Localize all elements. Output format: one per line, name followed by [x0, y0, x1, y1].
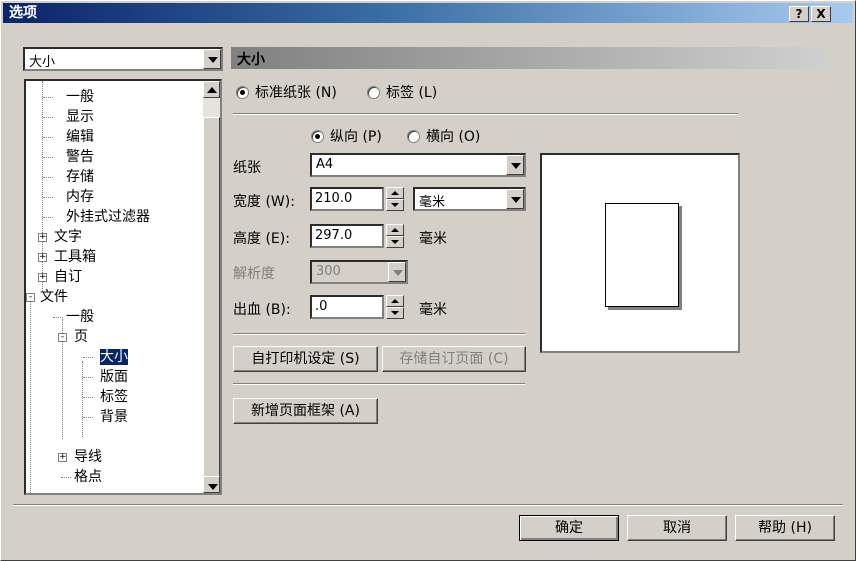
options-tree[interactable]: 一般 显示 编辑 警告 存储 内存 外挂式过滤器 + 文字 + 工具箱 + 自订… — [24, 79, 222, 495]
tree-item-guidelines[interactable]: 导线 — [74, 447, 102, 467]
chevron-down-icon[interactable] — [506, 189, 524, 209]
collapse-minus-icon[interactable]: - — [26, 293, 35, 302]
tree-item-save[interactable]: 存储 — [43, 167, 94, 187]
expand-plus-icon[interactable]: + — [38, 233, 47, 242]
category-combo-value: 大小 — [29, 55, 56, 70]
category-combo[interactable]: 大小 — [23, 47, 223, 71]
expand-plus-icon[interactable]: + — [38, 273, 47, 282]
bleed-unit: 毫米 — [419, 302, 447, 318]
tree-item-customize[interactable]: 自订 — [54, 267, 82, 287]
section-header: 大小 — [231, 47, 829, 69]
help-icon[interactable]: ? — [789, 6, 809, 22]
spin-down-icon[interactable] — [386, 307, 404, 319]
tree-scrollbar[interactable] — [203, 81, 220, 493]
height-unit: 毫米 — [419, 231, 447, 247]
spin-up-icon[interactable] — [386, 224, 404, 236]
scroll-down-icon[interactable] — [203, 476, 220, 493]
scroll-up-icon[interactable] — [203, 81, 220, 98]
scroll-thumb[interactable] — [203, 117, 220, 481]
bleed-field[interactable]: .0 — [310, 295, 384, 319]
tree-item-document[interactable]: 文件 — [40, 287, 68, 307]
bleed-spinner[interactable] — [386, 295, 404, 319]
tree-item-toolbox[interactable]: 工具箱 — [54, 247, 96, 267]
collapse-minus-icon[interactable]: - — [58, 333, 67, 342]
height-spinner[interactable] — [386, 224, 404, 248]
set-from-printer-button[interactable]: 自打印机设定 (S) — [233, 346, 378, 372]
spin-up-icon[interactable] — [386, 295, 404, 307]
unit-select[interactable]: 毫米 — [413, 187, 526, 211]
title-bar[interactable]: 选项 ? X — [3, 3, 853, 23]
landscape-label[interactable]: 横向 (O) — [426, 126, 480, 146]
cancel-button[interactable]: 取消 — [627, 515, 727, 541]
tree-item-grid[interactable]: 格点 — [61, 467, 102, 487]
chevron-down-icon — [388, 262, 406, 282]
tree-item-warning[interactable]: 警告 — [43, 147, 94, 167]
height-field[interactable]: 297.0 — [310, 224, 384, 248]
ok-button[interactable]: 确定 — [519, 515, 619, 541]
label-paper-radio[interactable] — [367, 86, 380, 99]
paper-label: 纸张 — [233, 160, 261, 176]
tree-item-doc-general[interactable]: 一般 — [53, 307, 94, 327]
divider — [233, 333, 525, 335]
tree-item-display[interactable]: 显示 — [43, 107, 94, 127]
expand-plus-icon[interactable]: + — [58, 453, 67, 462]
standard-paper-radio[interactable] — [236, 86, 249, 99]
spin-down-icon[interactable] — [386, 199, 404, 211]
section-title: 大小 — [237, 52, 265, 68]
chevron-down-icon[interactable] — [203, 49, 221, 69]
tree-item-background[interactable]: 背景 — [83, 407, 128, 427]
tree-item-general[interactable]: 一般 — [43, 87, 94, 107]
paper-select[interactable]: A4 — [310, 153, 526, 177]
tree-line — [82, 361, 83, 437]
unit-value: 毫米 — [419, 195, 446, 210]
tree-line — [30, 301, 31, 493]
tree-item-label[interactable]: 标签 — [83, 387, 128, 407]
paper-value: A4 — [316, 157, 334, 172]
options-dialog: 选项 ? X 大小 一般 显示 编辑 警告 存储 内存 外挂式过滤器 + 文字 … — [0, 0, 856, 561]
spin-up-icon[interactable] — [386, 187, 404, 199]
expand-plus-icon[interactable]: + — [38, 253, 47, 262]
tree-item-size-label: 大小 — [100, 349, 128, 365]
tree-item-plugins[interactable]: 外挂式过滤器 — [43, 207, 150, 227]
page-preview — [540, 153, 740, 353]
resolution-select: 300 — [310, 260, 408, 284]
tree-item-text[interactable]: 文字 — [54, 227, 82, 247]
label-paper-label[interactable]: 标签 (L) — [386, 82, 437, 102]
divider — [13, 504, 843, 506]
width-field[interactable]: 210.0 — [310, 187, 384, 211]
spin-down-icon[interactable] — [386, 236, 404, 248]
tree-item-page[interactable]: 页 — [74, 327, 88, 347]
tree-item-layout[interactable]: 版面 — [83, 367, 128, 387]
resolution-value: 300 — [316, 264, 341, 279]
standard-paper-label[interactable]: 标准纸张 (N) — [255, 82, 337, 102]
page-preview-sheet — [605, 203, 679, 307]
resolution-label: 解析度 — [233, 266, 275, 282]
help-button[interactable]: 帮助 (H) — [735, 515, 835, 541]
divider — [233, 383, 525, 385]
window-title: 选项 — [9, 5, 37, 21]
add-page-frame-button[interactable]: 新增页面框架 (A) — [233, 398, 378, 424]
tree-item-memory[interactable]: 内存 — [43, 187, 94, 207]
landscape-radio[interactable] — [407, 130, 420, 143]
divider — [233, 113, 738, 115]
chevron-down-icon[interactable] — [506, 155, 524, 175]
tree-item-size[interactable]: 大小 — [83, 347, 128, 367]
tree-item-edit[interactable]: 编辑 — [43, 127, 94, 147]
close-icon[interactable]: X — [811, 6, 831, 22]
width-label: 宽度 (W): — [233, 194, 295, 210]
portrait-label[interactable]: 纵向 (P) — [330, 126, 382, 146]
width-spinner[interactable] — [386, 187, 404, 211]
portrait-radio[interactable] — [311, 130, 324, 143]
bleed-label: 出血 (B): — [233, 302, 291, 318]
height-label: 高度 (E): — [233, 231, 290, 247]
save-custom-page-button: 存储自订页面 (C) — [382, 346, 526, 372]
